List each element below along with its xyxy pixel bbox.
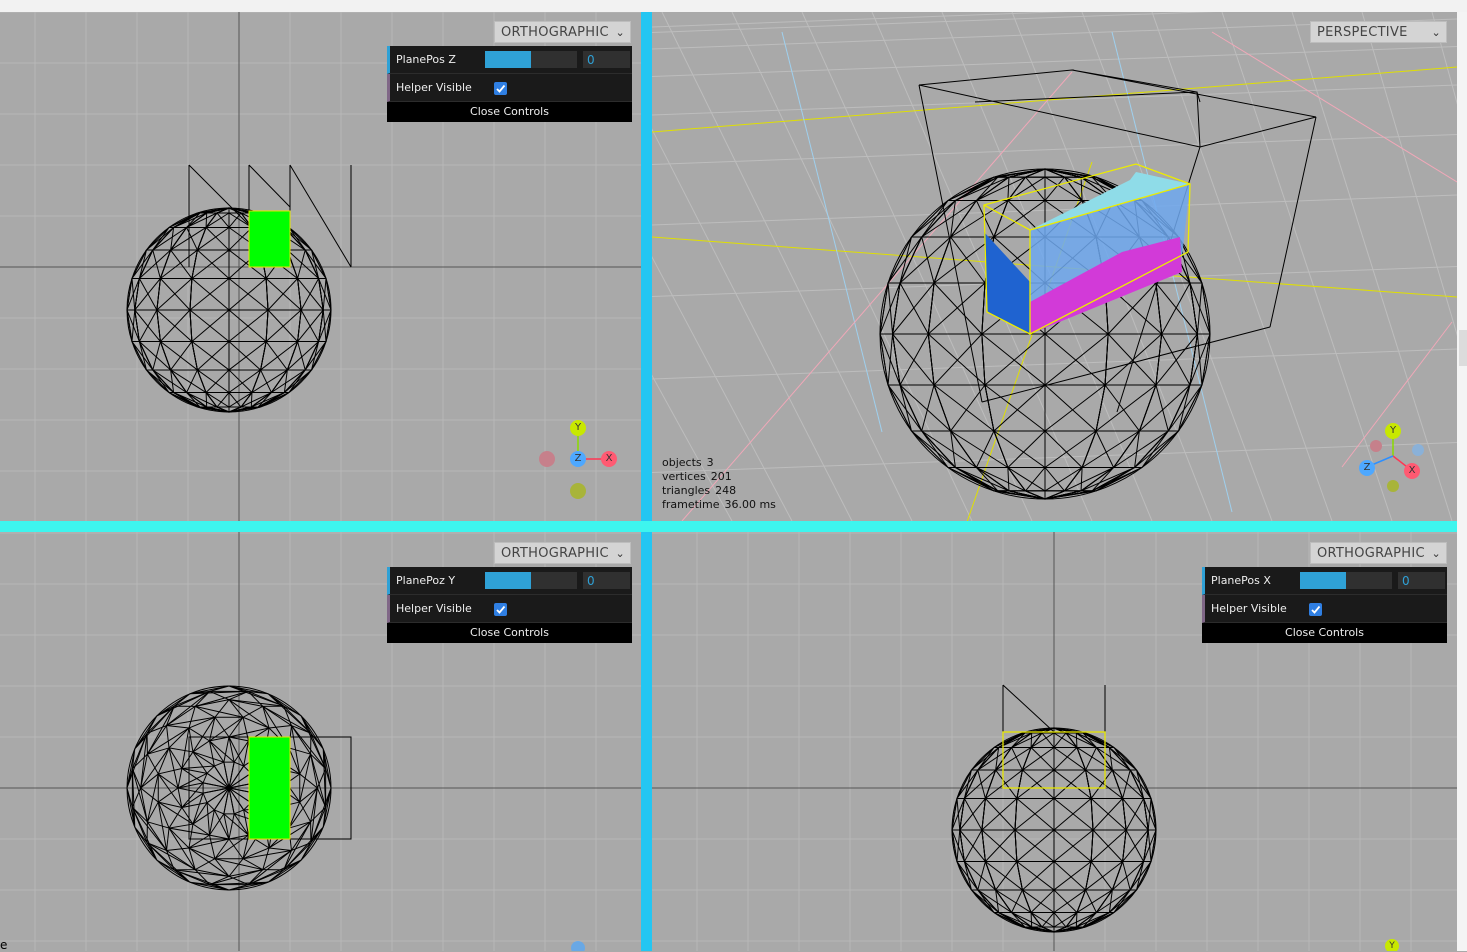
z-axis-label: Z bbox=[1359, 460, 1375, 476]
chevron-down-icon: ⌄ bbox=[1431, 547, 1441, 560]
camera-select-top-left[interactable]: ORTHOGRAPHIC ⌄ bbox=[494, 21, 631, 43]
camera-select-value: ORTHOGRAPHIC bbox=[501, 546, 609, 561]
viewport-bottom-left[interactable]: ORTHOGRAPHIC ⌄ PlanePoz Y 0 Helper Visib… bbox=[0, 532, 641, 951]
viewport-bottom-right[interactable]: ORTHOGRAPHIC ⌄ PlanePos X 0 Helper Visib… bbox=[652, 532, 1457, 951]
renderer-stats: objects 3 vertices 201 triangles 248 framet… bbox=[662, 456, 776, 512]
chevron-down-icon: ⌄ bbox=[615, 547, 625, 560]
close-controls-button[interactable]: Close Controls bbox=[387, 102, 632, 122]
chevron-down-icon: ⌄ bbox=[615, 26, 625, 39]
objects-count: 3 bbox=[706, 456, 714, 469]
controls-panel-bottom-left: PlanePoz Y 0 Helper Visible Close Contro… bbox=[387, 567, 632, 643]
plane-position-slider[interactable] bbox=[485, 51, 577, 68]
objects-label: objects bbox=[662, 456, 702, 469]
camera-select-value: PERSPECTIVE bbox=[1317, 25, 1408, 40]
x-axis-label: X bbox=[1404, 463, 1420, 479]
y-axis-label: Y bbox=[1385, 423, 1401, 439]
clipping-cap bbox=[248, 210, 291, 268]
clipped-face bbox=[984, 232, 1030, 334]
scrollbar-track[interactable] bbox=[1457, 12, 1467, 951]
plane-position-row: PlanePoz Y 0 bbox=[387, 567, 632, 595]
frametime-label: frametime bbox=[662, 498, 720, 511]
plane-position-label: PlanePoz Y bbox=[396, 574, 456, 587]
triangles-count: 248 bbox=[715, 484, 737, 497]
plane-position-row: PlanePos X 0 bbox=[1202, 567, 1447, 595]
close-controls-button[interactable]: Close Controls bbox=[387, 623, 632, 643]
viewport-top-right[interactable]: PERSPECTIVE ⌄ Y X Z bbox=[652, 12, 1457, 521]
axis-helper-icon: Y X Z bbox=[1342, 420, 1442, 520]
chevron-down-icon: ⌄ bbox=[1431, 26, 1441, 39]
checkbox-checked-icon bbox=[496, 605, 506, 614]
plane-position-row: PlanePos Z 0 bbox=[387, 46, 632, 74]
helper-visible-row: Helper Visible bbox=[387, 595, 632, 623]
clipping-cap bbox=[248, 736, 291, 840]
helper-visible-row: Helper Visible bbox=[1202, 595, 1447, 623]
negative-x-axis-dot bbox=[1370, 440, 1382, 452]
edge-text: e bbox=[0, 938, 8, 952]
controls-panel-bottom-right: PlanePos X 0 Helper Visible Close Contro… bbox=[1202, 567, 1447, 643]
plane-position-label: PlanePos X bbox=[1211, 574, 1271, 587]
axis-helper-icon: Y X Z bbox=[528, 410, 628, 510]
helper-visible-checkbox[interactable] bbox=[1309, 603, 1322, 616]
vertices-count: 201 bbox=[710, 470, 732, 483]
axis-helper-icon bbox=[571, 941, 585, 951]
vertical-splitter[interactable] bbox=[641, 12, 652, 951]
plane-position-input[interactable]: 0 bbox=[583, 572, 630, 589]
negative-y-axis-dot bbox=[1387, 480, 1399, 492]
plane-position-label: PlanePos Z bbox=[396, 53, 456, 66]
helper-visible-label: Helper Visible bbox=[1211, 602, 1287, 615]
y-axis-label: Y bbox=[570, 420, 586, 436]
horizontal-splitter[interactable] bbox=[0, 521, 1457, 532]
wireframe-sphere bbox=[126, 207, 332, 413]
plane-helper bbox=[1211, 31, 1457, 183]
viewport-top-left[interactable]: ORTHOGRAPHIC ⌄ PlanePos Z 0 Helper Visib… bbox=[0, 12, 641, 521]
x-axis-label: X bbox=[601, 451, 617, 467]
negative-y-axis-dot bbox=[570, 483, 586, 499]
helper-visible-checkbox[interactable] bbox=[494, 82, 507, 95]
negative-x-axis-dot bbox=[539, 451, 555, 467]
helper-visible-label: Helper Visible bbox=[396, 81, 472, 94]
plane-position-slider[interactable] bbox=[485, 572, 577, 589]
scrollbar-thumb[interactable] bbox=[1459, 330, 1467, 366]
z-axis-label: Z bbox=[570, 451, 586, 467]
frametime-value: 36.00 ms bbox=[724, 498, 776, 511]
controls-panel-top-left: PlanePos Z 0 Helper Visible Close Contro… bbox=[387, 46, 632, 122]
plane-position-slider[interactable] bbox=[1300, 572, 1392, 589]
camera-select-value: ORTHOGRAPHIC bbox=[501, 25, 609, 40]
camera-select-value: ORTHOGRAPHIC bbox=[1317, 546, 1425, 561]
plane-position-input[interactable]: 0 bbox=[583, 51, 630, 68]
camera-select-bottom-right[interactable]: ORTHOGRAPHIC ⌄ bbox=[1310, 542, 1447, 564]
helper-visible-label: Helper Visible bbox=[396, 602, 472, 615]
checkbox-checked-icon bbox=[496, 84, 506, 93]
camera-select-bottom-left[interactable]: ORTHOGRAPHIC ⌄ bbox=[494, 542, 631, 564]
scene-perspective-view bbox=[652, 12, 1457, 521]
camera-select-top-right[interactable]: PERSPECTIVE ⌄ bbox=[1310, 21, 1447, 43]
axis-helper-icon: Y bbox=[1385, 939, 1399, 951]
negative-z-axis-dot bbox=[1412, 444, 1424, 456]
vertices-label: vertices bbox=[662, 470, 706, 483]
checkbox-checked-icon bbox=[1311, 605, 1321, 614]
close-controls-button[interactable]: Close Controls bbox=[1202, 623, 1447, 643]
triangles-label: triangles bbox=[662, 484, 711, 497]
wireframe-sphere bbox=[951, 727, 1157, 933]
helper-visible-checkbox[interactable] bbox=[494, 603, 507, 616]
helper-visible-row: Helper Visible bbox=[387, 74, 632, 102]
plane-position-input[interactable]: 0 bbox=[1398, 572, 1445, 589]
